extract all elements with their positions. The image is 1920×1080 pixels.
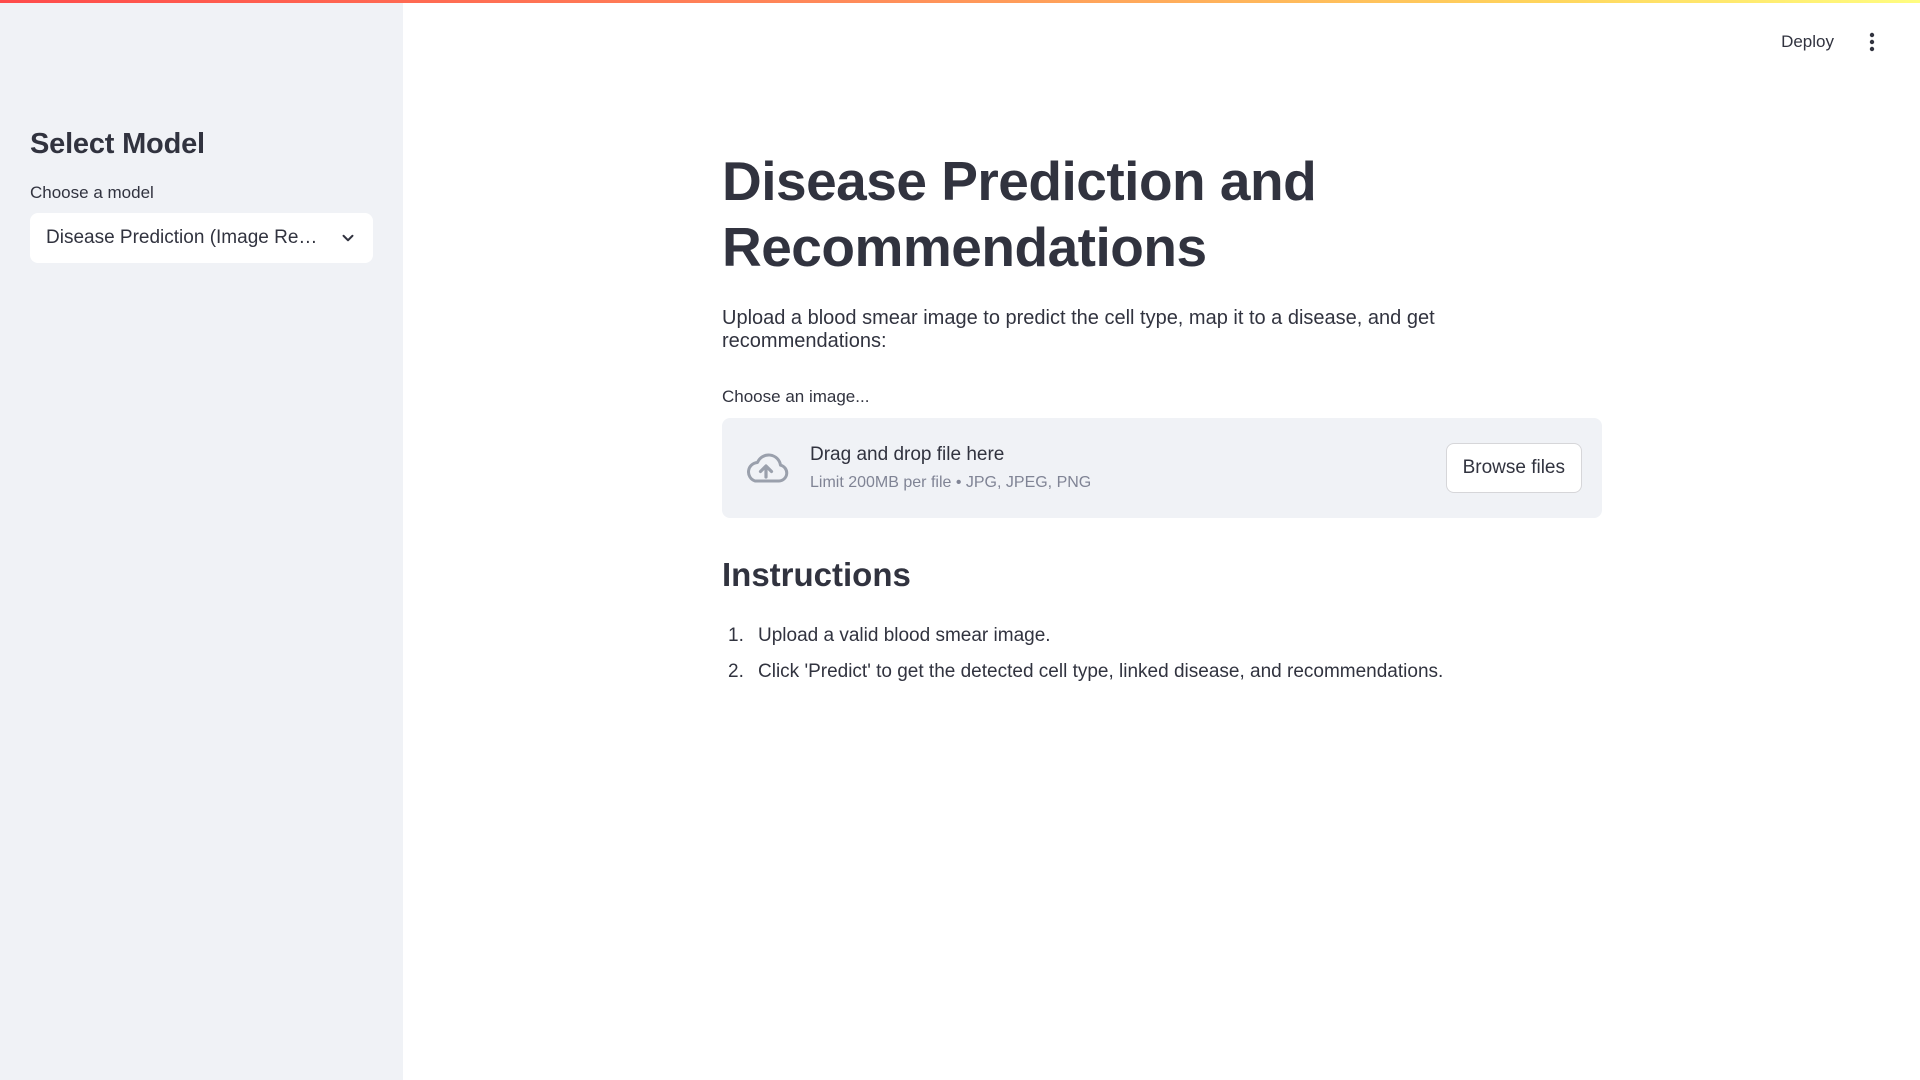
page-title: Disease Prediction and Recommendations [722, 148, 1602, 280]
model-select[interactable]: Disease Prediction (Image Recognition) [30, 213, 373, 263]
instructions-heading: Instructions [722, 556, 911, 593]
kebab-menu-icon[interactable] [1860, 30, 1884, 54]
chevron-down-icon [342, 234, 354, 242]
page-title-line-2: Recommendations [722, 216, 1207, 278]
page-title-line-1: Disease Prediction and [722, 150, 1317, 212]
list-item-number: 1. [728, 625, 744, 646]
deploy-button[interactable]: Deploy [1781, 32, 1834, 52]
list-item: 2. Click 'Predict' to get the detected c… [722, 654, 1602, 690]
instructions-list: 1. Upload a valid blood smear image. 2. … [722, 618, 1602, 690]
main-content: Disease Prediction and Recommendations U… [722, 148, 1602, 690]
header-actions: Deploy [1781, 30, 1884, 54]
sidebar-title: Select Model [30, 128, 205, 160]
list-item-text: Click 'Predict' to get the detected cell… [758, 661, 1444, 682]
page-subtitle: Upload a blood smear image to predict th… [722, 307, 1435, 352]
dropzone-title: Drag and drop file here [810, 444, 1005, 465]
model-select-value: Disease Prediction (Image Recognition) [46, 227, 326, 248]
sidebar: Select Model Choose a model Disease Pred… [0, 0, 403, 1080]
top-decoration-bar [0, 0, 1920, 3]
file-dropzone[interactable]: Drag and drop file here Limit 200MB per … [722, 418, 1602, 518]
list-item-number: 2. [728, 661, 744, 682]
dropzone-limit: Limit 200MB per file • JPG, JPEG, PNG [810, 474, 1092, 491]
cloud-upload-icon [747, 453, 789, 483]
dropzone-text: Drag and drop file here Limit 200MB per … [810, 444, 1446, 492]
model-select-label: Choose a model [30, 183, 154, 202]
list-item-text: Upload a valid blood smear image. [758, 625, 1051, 646]
list-item: 1. Upload a valid blood smear image. [722, 618, 1602, 654]
browse-files-button[interactable]: Browse files [1445, 443, 1582, 493]
uploader-label: Choose an image... [722, 387, 870, 406]
